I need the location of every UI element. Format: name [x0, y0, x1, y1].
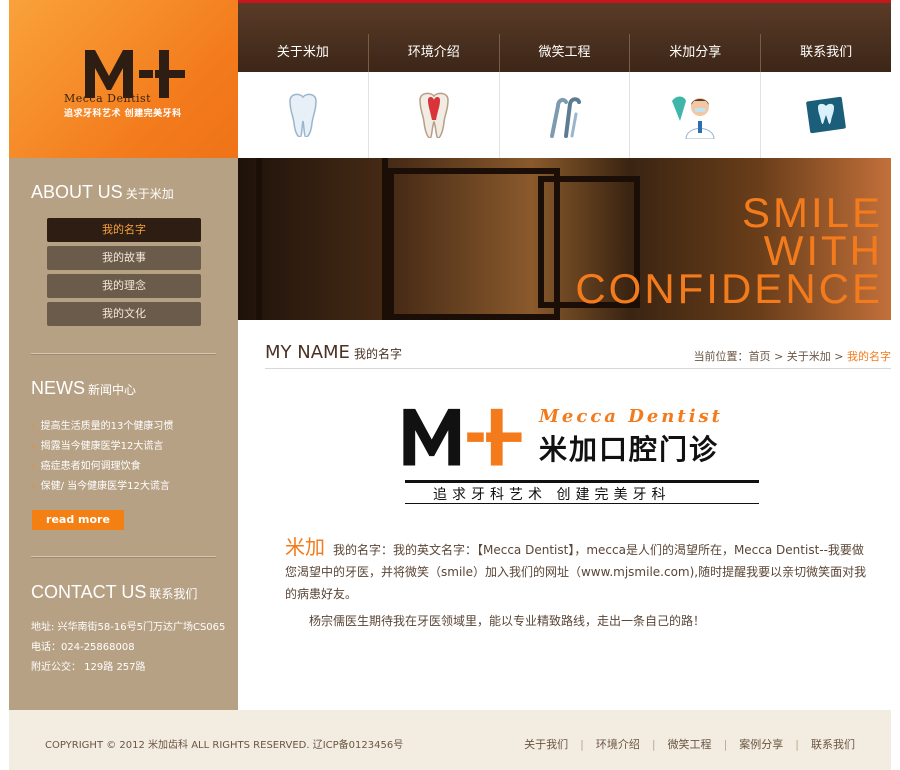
- contact-bus: 附近公交： 129路 257路: [31, 662, 146, 673]
- news-item-text: 提高生活质量的13个健康习惯: [40, 421, 174, 432]
- banner-slogan: SMILE WITH CONFIDENCE: [575, 192, 883, 312]
- footer-link-cases[interactable]: 案例分享: [739, 738, 783, 751]
- content-header: MY NAME 我的名字 当前位置：首页 > 关于米加 > 我的名字: [265, 342, 891, 369]
- brand-logo: Mecca Dentist 米加口腔门诊 追求牙科艺术 创建完美牙科: [401, 400, 791, 510]
- breadcrumb-separator: >: [774, 350, 784, 363]
- nav-icon-cell[interactable]: [629, 72, 760, 158]
- intro-lead: 米加: [285, 535, 325, 559]
- banner-line-3: CONFIDENCE: [575, 265, 883, 312]
- logo-area[interactable]: Mecca Dentist 追求牙科艺术 创建完美牙科: [9, 0, 238, 158]
- footer-link-about[interactable]: 关于我们: [524, 738, 568, 751]
- contact-title-cn: 联系我们: [149, 587, 198, 601]
- footer: COPYRIGHT © 2012 米加齿科 ALL RIGHTS RESERVE…: [9, 710, 891, 770]
- news-title-cn: 新闻中心: [88, 383, 137, 397]
- contact-address: 地址: 兴华南街58-16号5门万达广场CS065: [31, 622, 226, 633]
- nav-icon-cell[interactable]: [760, 72, 891, 158]
- contact-info: 地址: 兴华南街58-16号5门万达广场CS065 电话：024-2586800…: [31, 618, 225, 678]
- news-list: › 提高生活质量的13个健康习惯 › 揭露当今健康医学12大谎言 › 癌症患者如何调理…: [31, 417, 221, 497]
- nav-item-about[interactable]: 关于米加: [238, 34, 368, 72]
- breadcrumb-separator: >: [834, 350, 844, 363]
- main-nav: 关于米加 环境介绍 微笑工程 米加分享 联系我们: [238, 34, 891, 72]
- brand-mark-icon: [403, 408, 522, 466]
- footer-link-smile[interactable]: 微笑工程: [668, 738, 712, 751]
- footer-link-contact[interactable]: 联系我们: [811, 738, 855, 751]
- contact-title: CONTACT US 联系我们: [31, 582, 197, 603]
- nav-icon-cell[interactable]: [238, 72, 368, 158]
- footer-links: 关于我们 | 环境介绍 | 微笑工程 | 案例分享 | 联系我们: [524, 736, 855, 752]
- tooth-icon: [289, 93, 317, 137]
- page-title: MY NAME 我的名字: [265, 342, 402, 363]
- arrow-right-icon: ›: [31, 462, 35, 472]
- nav-item-environment[interactable]: 环境介绍: [367, 34, 499, 72]
- page-title-en: MY NAME: [265, 342, 350, 363]
- copyright: COPYRIGHT © 2012 米加齿科 ALL RIGHTS RESERVE…: [45, 740, 404, 751]
- arrow-right-icon: ›: [31, 482, 35, 492]
- nav-icons: [238, 72, 891, 158]
- brand-rule: [405, 480, 759, 483]
- menu-item-my-name[interactable]: 我的名字: [47, 218, 201, 242]
- second-paragraph: 杨宗儒医生期待我在牙医领域里，能以专业精致路线，走出一条自己的路！: [309, 614, 706, 628]
- about-title-cn: 关于米加: [125, 187, 174, 201]
- window-frame: [256, 158, 388, 320]
- news-item-text: 揭露当今健康医学12大谎言: [40, 441, 164, 452]
- about-title-en: ABOUT US: [31, 182, 123, 202]
- nav-icon-cell[interactable]: [367, 72, 499, 158]
- news-title-en: NEWS: [31, 378, 85, 398]
- breadcrumb: 当前位置：首页 > 关于米加 > 我的名字: [694, 348, 891, 364]
- sidebar-divider: [31, 353, 216, 355]
- nav-item-smile[interactable]: 微笑工程: [498, 34, 630, 72]
- nav-item-share[interactable]: 米加分享: [629, 34, 760, 72]
- news-item-text: 保健/ 当今健康医学12大谎言: [40, 481, 170, 492]
- breadcrumb-current: 我的名字: [847, 350, 891, 363]
- xray-tooth-icon: [806, 96, 846, 134]
- intro-text: 我的名字：我的英文名字：【Mecca Dentist】，mecca是人们的渴望所…: [285, 543, 867, 601]
- window-frame: [388, 168, 560, 320]
- news-item[interactable]: › 揭露当今健康医学12大谎言: [31, 437, 221, 457]
- logo-slogan: 追求牙科艺术 创建完美牙科: [64, 109, 182, 119]
- breadcrumb-home[interactable]: 首页: [749, 350, 771, 363]
- breadcrumb-prefix: 当前位置：: [693, 350, 749, 363]
- footer-link-environment[interactable]: 环境介绍: [596, 738, 640, 751]
- brand-slogan: 追求牙科艺术 创建完美牙科: [433, 487, 671, 503]
- intro-paragraph: 米加 我的名字：我的英文名字：【Mecca Dentist】，mecca是人们的渴…: [285, 536, 875, 605]
- read-more-button[interactable]: read more: [32, 510, 124, 530]
- page-title-cn: 我的名字: [353, 347, 402, 361]
- sidebar-divider: [31, 556, 216, 558]
- about-title: ABOUT US 关于米加: [31, 182, 174, 203]
- nav-icon-cell[interactable]: [498, 72, 630, 158]
- footer-separator: |: [795, 738, 799, 751]
- menu-item-my-story[interactable]: 我的故事: [47, 246, 201, 270]
- tooth-section-icon: [418, 92, 449, 138]
- news-item[interactable]: › 癌症患者如何调理饮食: [31, 457, 221, 477]
- news-item-text: 癌症患者如何调理饮食: [40, 461, 141, 472]
- footer-separator: |: [651, 738, 656, 751]
- news-title: NEWS 新闻中心: [31, 378, 136, 399]
- footer-separator: |: [580, 738, 584, 751]
- brand-chinese-name: 米加口腔门诊: [539, 433, 720, 466]
- dental-tools-icon: [550, 97, 582, 138]
- logo-english-name: Mecca Dentist: [64, 92, 152, 105]
- brand-rule: [405, 503, 759, 504]
- news-item[interactable]: › 提高生活质量的13个健康习惯: [31, 417, 221, 437]
- contact-phone: 电话：024-25868008: [31, 642, 135, 653]
- sidebar: ABOUT US 关于米加 我的名字 我的故事 我的理念 我的文化 NEWS 新闻中…: [9, 158, 238, 710]
- contact-title-en: CONTACT US: [31, 582, 147, 602]
- menu-item-my-philosophy[interactable]: 我的理念: [47, 274, 201, 298]
- about-menu: 我的名字 我的故事 我的理念 我的文化: [47, 218, 201, 330]
- menu-item-my-culture[interactable]: 我的文化: [47, 302, 201, 326]
- arrow-right-icon: ›: [31, 442, 35, 452]
- brand-english-name: Mecca Dentist: [539, 406, 723, 427]
- arrow-right-icon: ›: [31, 422, 35, 432]
- news-item[interactable]: › 保健/ 当今健康医学12大谎言: [31, 477, 221, 497]
- dentist-icon: [672, 96, 715, 139]
- breadcrumb-parent[interactable]: 关于米加: [787, 350, 831, 363]
- nav-item-contact[interactable]: 联系我们: [760, 34, 891, 72]
- footer-separator: |: [723, 738, 728, 751]
- hero-banner: SMILE WITH CONFIDENCE: [238, 158, 891, 320]
